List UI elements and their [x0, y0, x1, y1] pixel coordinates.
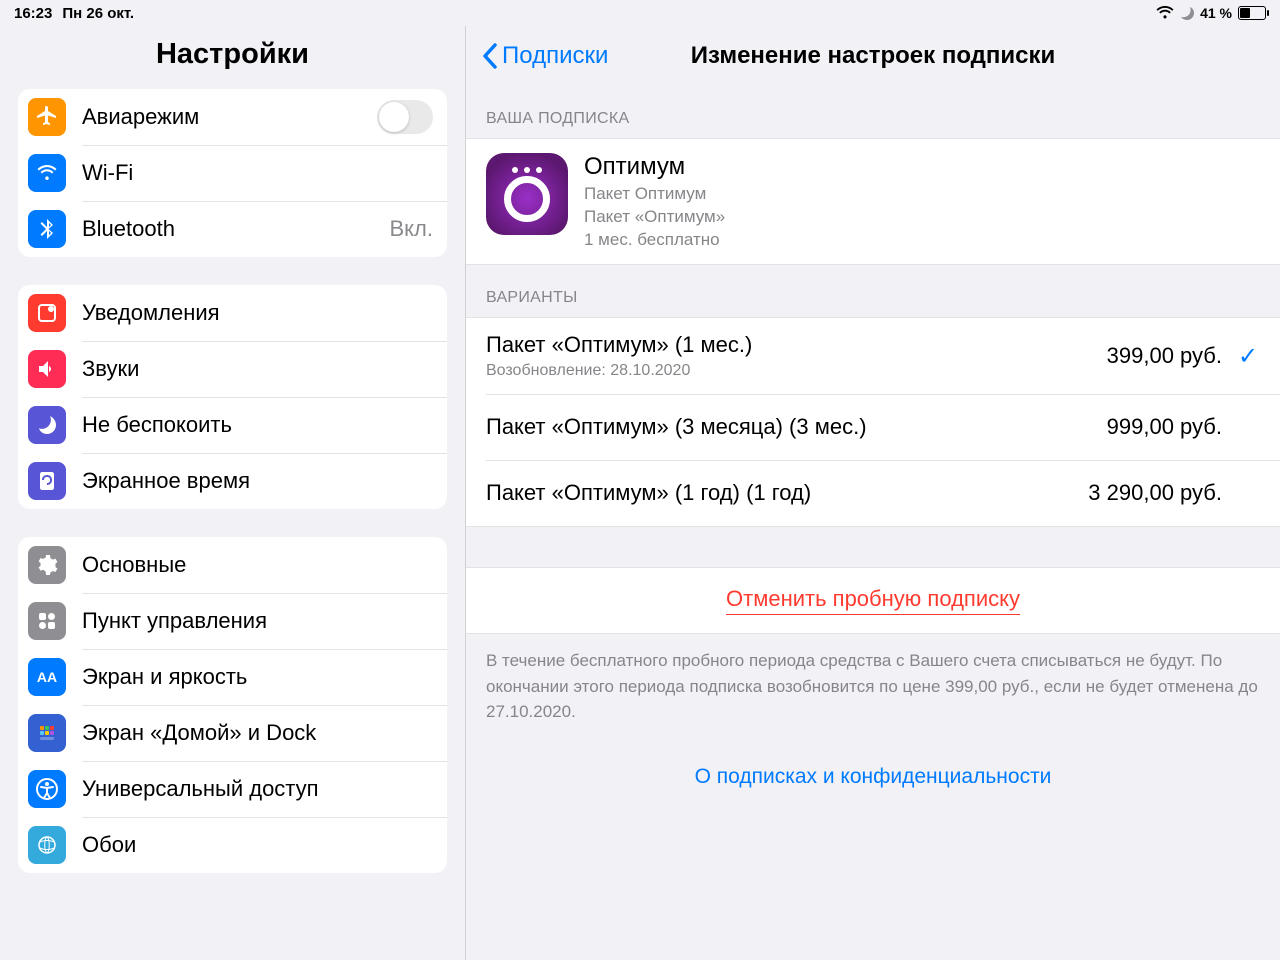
privacy-link[interactable]: О подписках и конфиденциальности [466, 755, 1280, 809]
sidebar-item-label: Уведомления [82, 300, 433, 326]
airplane-icon [28, 98, 66, 136]
option-price: 999,00 руб. [1107, 414, 1222, 440]
section-header-options: ВАРИАНТЫ [466, 265, 1280, 317]
sidebar-title: Настройки [0, 26, 465, 89]
subscription-line1: Пакет Оптимум [584, 184, 725, 204]
sidebar-item-label: Не беспокоить [82, 412, 433, 438]
dnd-moon-icon [1180, 6, 1194, 20]
checkmark-icon: ✓ [1236, 342, 1260, 371]
wallpaper-icon [28, 826, 66, 864]
status-bar: 16:23 Пн 26 окт. 41 % [0, 0, 1280, 26]
subscription-line3: 1 мес. бесплатно [584, 230, 725, 250]
option-title: Пакет «Оптимум» (3 месяца) (3 мес.) [486, 414, 867, 440]
sounds-icon [28, 350, 66, 388]
option-title: Пакет «Оптимум» (1 год) (1 год) [486, 480, 811, 506]
option-title: Пакет «Оптимум» (1 мес.) [486, 332, 752, 358]
sidebar-item-accessibility[interactable]: Универсальный доступ [18, 761, 447, 817]
cancel-trial-button[interactable]: Отменить пробную подписку [726, 586, 1020, 615]
bluetooth-icon [28, 210, 66, 248]
sidebar-item-control-center[interactable]: Пункт управления [18, 593, 447, 649]
dnd-icon [28, 406, 66, 444]
sidebar-item-label: Экран и яркость [82, 664, 433, 690]
sidebar-item-bluetooth[interactable]: BluetoothВкл. [18, 201, 447, 257]
sidebar-item-label: Экран «Домой» и Dock [82, 720, 433, 746]
sidebar-item-label: Авиарежим [82, 104, 377, 130]
sidebar-item-home[interactable]: Экран «Домой» и Dock [18, 705, 447, 761]
subscription-option[interactable]: Пакет «Оптимум» (1 мес.) Возобновление: 2… [466, 318, 1280, 394]
option-subtitle: Возобновление: 28.10.2020 [486, 362, 752, 380]
sidebar-item-label: Основные [82, 552, 433, 578]
sidebar-item-label: Универсальный доступ [82, 776, 433, 802]
footer-note: В течение бесплатного пробного периода с… [466, 634, 1280, 755]
subscription-card: Оптимум Пакет Оптимум Пакет «Оптимум» 1 … [466, 138, 1280, 265]
section-header-subscription: ВАША ПОДПИСКА [466, 86, 1280, 138]
cancel-row: Отменить пробную подписку [466, 567, 1280, 634]
sidebar-item-label: Обои [82, 832, 433, 858]
subscription-line2: Пакет «Оптимум» [584, 207, 725, 227]
control-center-icon [28, 602, 66, 640]
sidebar-item-screentime[interactable]: Экранное время [18, 453, 447, 509]
sidebar-item-wifi[interactable]: Wi-Fi [18, 145, 447, 201]
back-button[interactable]: Подписки [482, 42, 608, 70]
notifications-icon [28, 294, 66, 332]
sidebar-item-label: Пункт управления [82, 608, 433, 634]
display-icon: AA [28, 658, 66, 696]
detail-pane: Подписки Изменение настроек подписки ВАШ… [466, 26, 1280, 960]
svg-text:AA: AA [37, 669, 57, 685]
screentime-icon [28, 462, 66, 500]
app-icon [486, 153, 568, 235]
status-date: Пн 26 окт. [62, 5, 134, 22]
sidebar-item-notifications[interactable]: Уведомления [18, 285, 447, 341]
sidebar-item-sounds[interactable]: Звуки [18, 341, 447, 397]
subscription-name: Оптимум [584, 153, 725, 181]
option-price: 399,00 руб. [1107, 343, 1222, 369]
option-price: 3 290,00 руб. [1088, 480, 1222, 506]
wifi-icon [28, 154, 66, 192]
chevron-left-icon [482, 43, 498, 69]
sidebar-item-dnd[interactable]: Не беспокоить [18, 397, 447, 453]
sidebar-item-display[interactable]: AA Экран и яркость [18, 649, 447, 705]
gear-icon [28, 546, 66, 584]
sidebar-item-wallpaper[interactable]: Обои [18, 817, 447, 873]
settings-sidebar: Настройки Авиарежим Wi-Fi BluetoothВкл. Уве… [0, 26, 466, 960]
options-card: Пакет «Оптимум» (1 мес.) Возобновление: 2… [466, 317, 1280, 527]
sidebar-item-label: Экранное время [82, 468, 433, 494]
sidebar-item-label: Bluetooth [82, 216, 390, 242]
status-time: 16:23 [14, 5, 52, 22]
battery-percent: 41 % [1200, 5, 1232, 21]
nav-header: Подписки Изменение настроек подписки [466, 26, 1280, 86]
subscription-option[interactable]: Пакет «Оптимум» (1 год) (1 год) 3 290,00 … [466, 460, 1280, 526]
back-label: Подписки [502, 42, 608, 70]
accessibility-icon [28, 770, 66, 808]
battery-icon [1238, 6, 1266, 20]
home-icon [28, 714, 66, 752]
airplane-toggle[interactable] [377, 100, 433, 134]
sidebar-item-label: Звуки [82, 356, 433, 382]
sidebar-item-airplane[interactable]: Авиарежим [18, 89, 447, 145]
row-detail: Вкл. [390, 216, 434, 242]
wifi-icon [1156, 6, 1174, 20]
sidebar-item-label: Wi-Fi [82, 160, 433, 186]
subscription-option[interactable]: Пакет «Оптимум» (3 месяца) (3 мес.) 999,0… [466, 394, 1280, 460]
sidebar-item-gear[interactable]: Основные [18, 537, 447, 593]
